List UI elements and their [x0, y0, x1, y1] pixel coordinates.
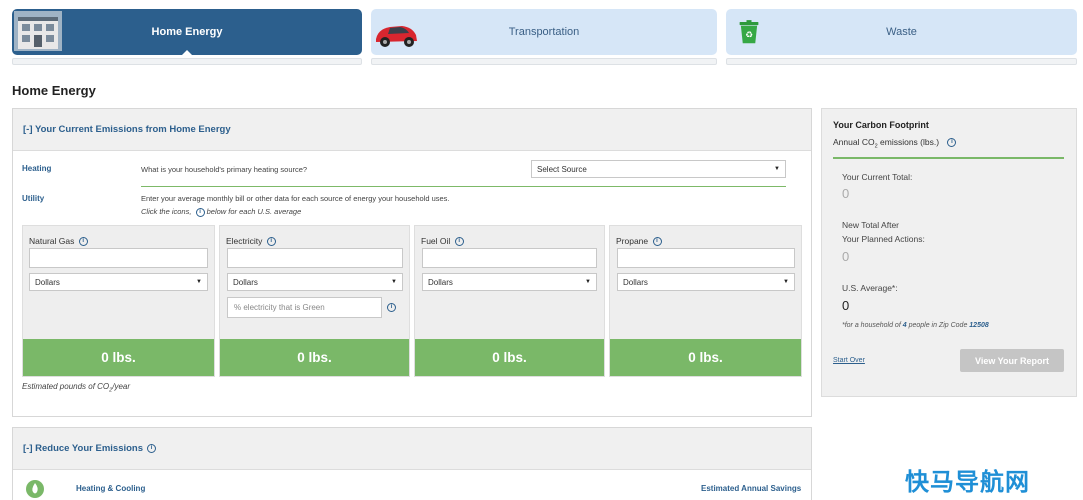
- fuel-oil-result: 0 lbs.: [415, 339, 604, 376]
- tab-transportation-label: Transportation: [508, 26, 580, 38]
- fuel-oil-label: Fuel Oil i: [421, 236, 464, 247]
- info-icon[interactable]: i: [387, 303, 396, 312]
- page-title: Home Energy: [12, 83, 96, 98]
- carbon-footprint-panel: Your Carbon Footprint Annual CO2 emissio…: [821, 108, 1077, 397]
- reduce-emissions-header: [-] Reduce Your Emissions: [23, 443, 144, 454]
- fuel-oil-unit-value: Dollars: [428, 277, 453, 287]
- info-icon[interactable]: i: [454, 237, 464, 247]
- tab-waste[interactable]: ♻ Waste: [726, 9, 1077, 55]
- natural-gas-input[interactable]: [29, 248, 208, 268]
- current-emissions-toggle[interactable]: [-] Your Current Emissions from Home Ene…: [13, 109, 811, 151]
- house-icon: [14, 11, 62, 51]
- natural-gas-unit-select[interactable]: Dollars ▼: [29, 273, 208, 291]
- current-total-label: Your Current Total:: [842, 172, 913, 182]
- electricity-unit-select[interactable]: Dollars ▼: [227, 273, 403, 291]
- heating-source-select[interactable]: Select Source ▼: [531, 160, 786, 178]
- propane-card: Propane i Dollars ▼ 0 lbs.: [609, 225, 802, 377]
- utility-hint-post: below for each U.S. average: [206, 207, 302, 216]
- utility-hint: Click the icons, i below for each U.S. a…: [141, 207, 301, 217]
- start-over-link[interactable]: Start Over: [833, 357, 865, 364]
- svg-text:♻: ♻: [745, 31, 753, 41]
- heating-divider: [141, 186, 786, 187]
- chevron-down-icon: ▼: [196, 279, 202, 285]
- chevron-down-icon: ▼: [783, 279, 789, 285]
- heating-cooling-label[interactable]: Heating & Cooling: [76, 484, 145, 493]
- footprint-title: Your Carbon Footprint: [833, 120, 929, 130]
- chevron-down-icon: ▼: [774, 166, 780, 172]
- tab-home-energy[interactable]: Home Energy: [12, 9, 362, 56]
- car-icon: [376, 26, 417, 47]
- chevron-down-icon: ▼: [391, 279, 397, 285]
- fuel-oil-unit-select[interactable]: Dollars ▼: [422, 273, 597, 291]
- active-tab-caret: [181, 50, 193, 56]
- heating-source-value: Select Source: [537, 164, 587, 174]
- propane-result: 0 lbs.: [610, 339, 801, 376]
- electricity-label: Electricity i: [226, 236, 276, 247]
- propane-input[interactable]: [617, 248, 795, 268]
- natural-gas-result: 0 lbs.: [23, 339, 214, 376]
- current-total-value: 0: [842, 186, 850, 201]
- new-total-value: 0: [842, 249, 850, 264]
- heating-question: What is your household's primary heating…: [141, 165, 308, 174]
- info-icon[interactable]: i: [78, 237, 88, 247]
- electricity-input[interactable]: [227, 248, 403, 268]
- info-icon[interactable]: i: [947, 138, 957, 148]
- utility-hint-pre: Click the icons,: [141, 207, 192, 216]
- utility-instruction: Enter your average monthly bill or other…: [141, 194, 450, 203]
- natural-gas-label: Natural Gas i: [29, 236, 88, 247]
- fuel-oil-input[interactable]: [422, 248, 597, 268]
- utility-label: Utility: [22, 194, 45, 203]
- heating-label: Heating: [22, 164, 52, 173]
- reduce-emissions-toggle[interactable]: [-] Reduce Your Emissions i: [13, 428, 811, 470]
- green-electricity-placeholder: % electricity that is Green: [234, 303, 325, 312]
- fuel-oil-card: Fuel Oil i Dollars ▼ 0 lbs.: [414, 225, 605, 377]
- savings-label: Estimated Annual Savings: [701, 484, 802, 493]
- footprint-divider: [833, 157, 1064, 159]
- tab-home-energy-underline: [12, 58, 362, 65]
- info-icon[interactable]: i: [652, 237, 662, 247]
- propane-unit-select[interactable]: Dollars ▼: [617, 273, 795, 291]
- us-average-label: U.S. Average*:: [842, 283, 898, 293]
- tab-home-energy-label: Home Energy: [151, 26, 223, 38]
- us-average-value: 0: [842, 298, 850, 313]
- tab-transportation[interactable]: Transportation: [371, 9, 717, 55]
- estimated-footnote: Estimated pounds of CO2/year: [22, 382, 131, 394]
- current-emissions-header: [-] Your Current Emissions from Home Ene…: [23, 124, 231, 135]
- natural-gas-unit-value: Dollars: [35, 277, 60, 287]
- electricity-card: Electricity i Dollars ▼ % electricity th…: [219, 225, 410, 377]
- propane-label: Propane i: [616, 236, 662, 247]
- chevron-down-icon: ▼: [585, 279, 591, 285]
- footprint-subtitle: Annual CO2 emissions (lbs.) i: [833, 137, 957, 150]
- electricity-unit-value: Dollars: [233, 277, 258, 287]
- tab-waste-label: Waste: [886, 26, 917, 38]
- info-icon[interactable]: i: [147, 444, 157, 453]
- view-report-button[interactable]: View Your Report: [960, 349, 1064, 372]
- propane-unit-value: Dollars: [623, 277, 648, 287]
- info-icon[interactable]: i: [266, 237, 276, 247]
- recycle-bin-icon: ♻: [739, 20, 759, 44]
- site-watermark: 快马导航网: [905, 469, 1030, 496]
- household-note: *for a household of 4 people in Zip Code…: [842, 322, 989, 329]
- info-icon[interactable]: i: [195, 207, 205, 217]
- heating-cooling-icon: [26, 480, 44, 498]
- electricity-result: 0 lbs.: [220, 339, 409, 376]
- tab-waste-underline: [726, 58, 1077, 65]
- tab-transportation-underline: [371, 58, 717, 65]
- new-total-label: New Total After Your Planned Actions:: [842, 220, 925, 244]
- green-electricity-input[interactable]: % electricity that is Green: [227, 297, 382, 318]
- natural-gas-card: Natural Gas i Dollars ▼ 0 lbs.: [22, 225, 215, 377]
